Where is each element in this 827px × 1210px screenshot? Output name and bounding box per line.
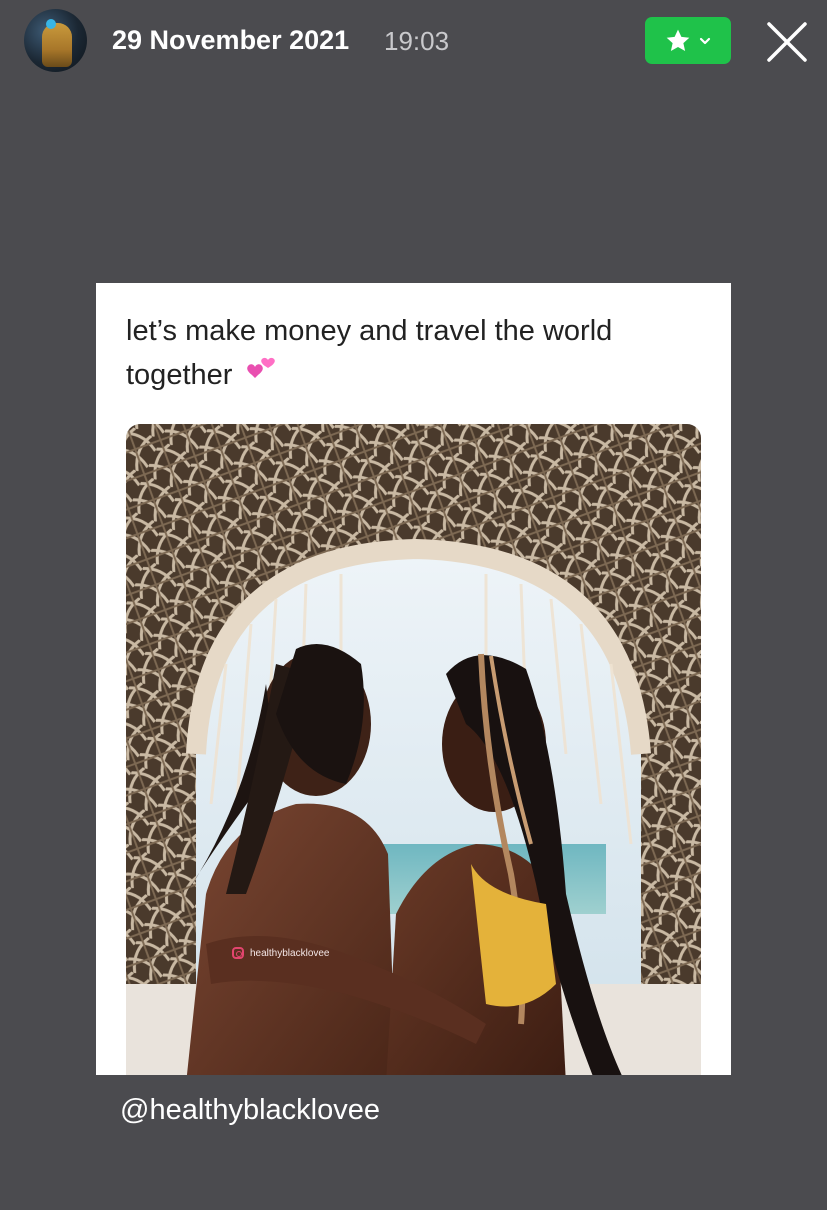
star-icon [666,29,690,51]
post-photo: healthyblacklovee [126,424,701,1075]
watermark-text: healthyblacklovee [250,947,330,959]
close-icon [767,22,807,62]
avatar-figure [42,23,72,67]
two-hearts-emoji [246,354,280,398]
photo-watermark: healthyblacklovee [232,947,330,959]
post-text: let’s make money and travel the world to… [126,315,613,391]
story-time: 19:03 [384,26,450,56]
avatar-accent [46,19,56,29]
caption-handle: @healthyblacklovee [120,1094,380,1126]
instagram-icon [232,947,244,959]
story-date: 29 November 2021 [112,25,350,55]
close-button[interactable] [765,20,809,64]
post-card: let’s make money and travel the world to… [96,283,731,1075]
user-avatar[interactable] [24,9,87,72]
post-text-block: let’s make money and travel the world to… [126,309,716,398]
chevron-down-icon [699,37,711,44]
star-button[interactable] [645,17,731,64]
